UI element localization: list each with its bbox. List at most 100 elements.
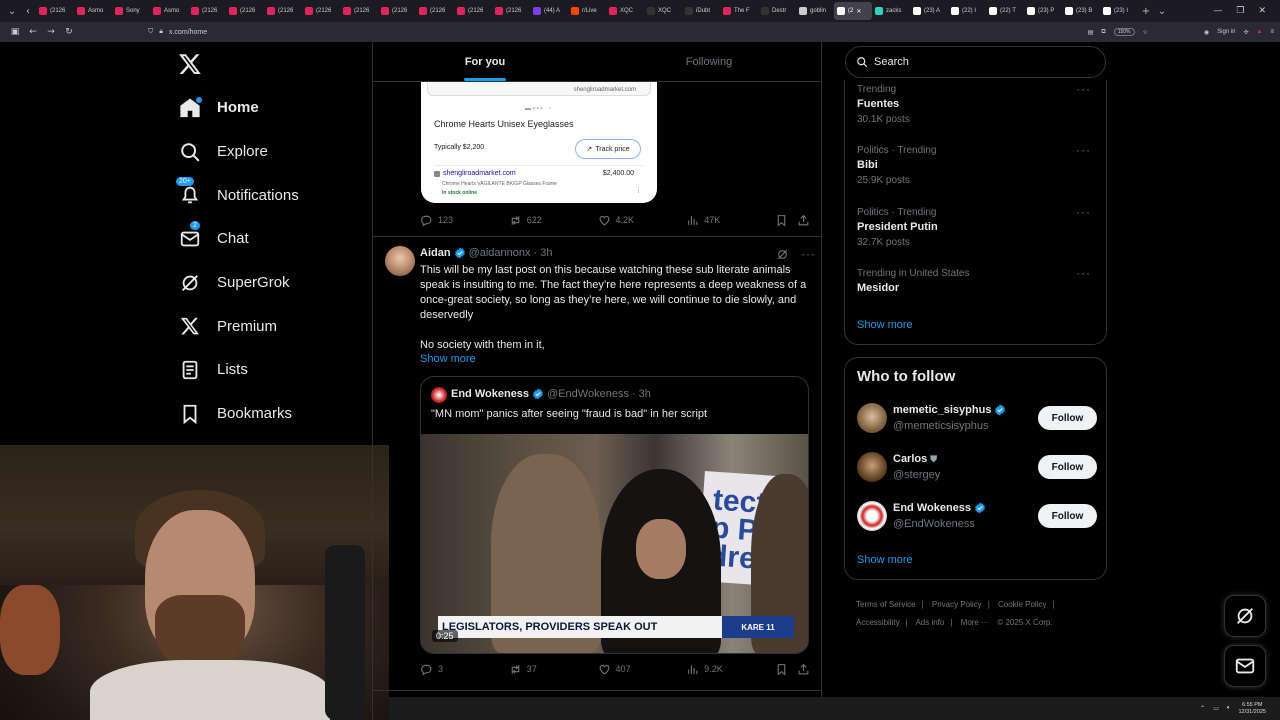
author-handle[interactable]: @aidannonx [469, 247, 531, 259]
system-clock[interactable]: 6:55 PM 12/31/2025 [1238, 702, 1266, 716]
browser-tab[interactable]: (23) A [910, 2, 948, 20]
sidebar-item-home[interactable]: Home [178, 86, 299, 130]
reader-view-icon[interactable]: ▤ [1088, 29, 1094, 36]
x-logo-icon[interactable] [178, 52, 202, 76]
avatar[interactable] [857, 403, 887, 433]
browser-tab[interactable]: (2126 [454, 2, 492, 20]
quoted-post[interactable]: End Wokeness @EndWokeness · 3h "MN mom" … [420, 376, 809, 654]
tab-following[interactable]: Following [597, 42, 821, 81]
sign-in-link[interactable]: Sign in [1217, 29, 1235, 35]
browser-tab[interactable]: XQC [644, 2, 682, 20]
extension-badge-icon[interactable]: ▲ [1257, 29, 1263, 35]
reload-icon[interactable]: ↻ [60, 27, 78, 37]
more-options-icon[interactable]: ··· [1076, 82, 1091, 96]
browser-tab[interactable]: (2126 [416, 2, 454, 20]
suggestion-handle[interactable]: @memeticsisyphus [893, 420, 989, 432]
browser-tab[interactable]: (2126 [492, 2, 530, 20]
zoom-level[interactable]: 150% [1113, 28, 1135, 36]
offer-row[interactable]: shengliroadmarket.com $2,400.00 Chrome H… [434, 165, 644, 199]
follow-suggestion[interactable]: Carlos ⛊ @stergey Follow [857, 452, 1097, 484]
quote-avatar[interactable] [431, 387, 447, 403]
browser-tab[interactable]: goblin [796, 2, 834, 20]
more-options-icon[interactable]: ··· [1076, 266, 1091, 280]
post-time[interactable]: · 3h [534, 247, 553, 259]
footer-link-cookie[interactable]: Cookie Policy [998, 600, 1046, 609]
sidebar-item-premium[interactable]: Premium [178, 304, 299, 348]
browser-tab[interactable]: The F [720, 2, 758, 20]
volume-icon[interactable]: 🔈︎ [1227, 705, 1231, 712]
close-tab-icon[interactable]: ✕ [856, 8, 861, 15]
shopping-card[interactable]: shengliroadmarket.com ▬ ▪ ▪ ▪ › Chrome H… [421, 82, 657, 203]
browser-tab[interactable]: (2126 [302, 2, 340, 20]
like-button[interactable]: 407 [598, 663, 687, 676]
browser-tab[interactable]: XQC [606, 2, 644, 20]
footer-link-terms[interactable]: Terms of Service [856, 600, 916, 609]
browser-tab[interactable]: (2126 [226, 2, 264, 20]
bookmark-post-button[interactable] [775, 214, 797, 227]
reply-button[interactable]: 3 [420, 663, 509, 676]
follow-button[interactable]: Follow [1038, 455, 1097, 479]
trends-show-more-link[interactable]: Show more [857, 319, 913, 331]
sidebar-item-bookmarks[interactable]: Bookmarks [178, 392, 299, 436]
like-button[interactable]: 4.2K [598, 214, 687, 227]
sidebar-item-supergrok[interactable]: SuperGrok [178, 261, 299, 305]
tab-for-you[interactable]: For you [373, 42, 597, 81]
avatar[interactable] [857, 452, 887, 482]
more-options-icon[interactable]: ··· [1076, 205, 1091, 219]
maximize-icon[interactable]: ❐ [1236, 6, 1244, 16]
repost-button[interactable]: 37 [509, 663, 598, 676]
browser-tab[interactable]: (44) A [530, 2, 568, 20]
reply-button[interactable]: 123 [420, 214, 509, 227]
tab-scroll-left-icon[interactable]: ‹ [20, 3, 36, 19]
browser-tab[interactable]: (2126 [378, 2, 416, 20]
repost-button[interactable]: 622 [509, 214, 598, 227]
browser-tab[interactable]: (2 ✕ [834, 2, 872, 20]
menu-icon[interactable]: ≡ [1270, 29, 1274, 35]
new-tab-icon[interactable]: + [1138, 3, 1154, 19]
quote-author-name[interactable]: End Wokeness [451, 388, 529, 400]
tab-list-icon[interactable]: ⌄ [4, 3, 20, 19]
views-button[interactable]: 9.2K [686, 663, 775, 676]
sidebar-item-explore[interactable]: Explore [178, 130, 299, 174]
trend-item[interactable]: Politics · Trending Bibi 25.9K posts ··· [857, 143, 1097, 186]
follow-suggestion[interactable]: memetic_sisyphus @memeticsisyphus Follow [857, 403, 1097, 435]
footer-link-accessibility[interactable]: Accessibility [856, 618, 900, 627]
show-more-link[interactable]: Show more [420, 353, 476, 365]
account-icon[interactable]: ◉ [1204, 29, 1209, 36]
bookmark-star-icon[interactable]: ☆ [1143, 29, 1148, 36]
browser-tab[interactable]: zacks [872, 2, 910, 20]
url-text[interactable]: x.com/home [169, 29, 207, 36]
browser-tab[interactable]: (23) I [1100, 2, 1138, 20]
follow-button[interactable]: Follow [1038, 504, 1097, 528]
forward-icon[interactable]: → [42, 27, 60, 37]
browser-tab[interactable]: Asmo [150, 2, 188, 20]
browser-tab[interactable]: r/Live [568, 2, 606, 20]
suggestion-name[interactable]: memetic_sisyphus [893, 404, 1006, 416]
grok-icon[interactable] [776, 248, 789, 261]
search-input[interactable]: Search [845, 46, 1106, 78]
quote-author-handle[interactable]: @EndWokeness [547, 388, 629, 400]
shop-link[interactable]: shengliroadmarket.com [434, 170, 516, 177]
browser-tab[interactable]: Asmo [74, 2, 112, 20]
trend-item[interactable]: Politics · Trending President Putin 32.7… [857, 205, 1097, 248]
who-to-follow-show-more-link[interactable]: Show more [857, 554, 913, 566]
sidebar-toggle-icon[interactable]: ▣ [6, 27, 24, 37]
follow-button[interactable]: Follow [1038, 406, 1097, 430]
footer-link-ads-info[interactable]: Ads info [915, 618, 944, 627]
extensions-icon[interactable]: ✣ [1244, 29, 1249, 36]
more-vertical-icon[interactable]: ⋮ [635, 186, 642, 194]
browser-tab[interactable]: Destr [758, 2, 796, 20]
browser-tab[interactable]: (22) T [986, 2, 1024, 20]
browser-tab[interactable]: (2126 [36, 2, 74, 20]
close-window-icon[interactable]: ✕ [1258, 6, 1266, 16]
browser-tab[interactable]: (23) P [1024, 2, 1062, 20]
sidebar-item-chat[interactable]: 2 Chat [178, 217, 299, 261]
more-options-icon[interactable]: ··· [801, 247, 816, 261]
browser-tab[interactable]: Sony [112, 2, 150, 20]
share-button[interactable] [797, 214, 810, 227]
browser-tab[interactable]: (23) B [1062, 2, 1100, 20]
browser-tab[interactable]: (2126 [188, 2, 226, 20]
share-button[interactable] [797, 663, 810, 676]
track-price-button[interactable]: ↗ Track price [575, 139, 641, 159]
network-icon[interactable]: ▭ [1213, 705, 1219, 712]
